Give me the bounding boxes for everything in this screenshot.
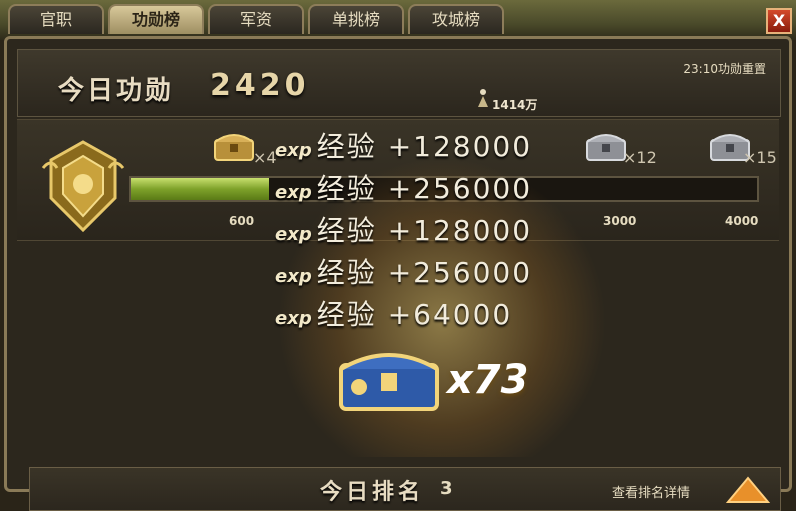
tab-duel-ranking[interactable]: 单挑榜: [308, 4, 404, 34]
exp-reward-line: exp 经验 +256000: [275, 251, 532, 291]
tab-military-supplies[interactable]: 军资: [208, 4, 304, 34]
exp-reward-text: 经验 +256000: [316, 172, 533, 205]
gold-chest-count: ×4: [253, 148, 277, 167]
exp-reward-text: 经验 +64000: [316, 298, 513, 331]
merit-progress-fill: [131, 178, 269, 200]
merit-header: 今日功勋 2420 23:10功勋重置 1414万: [17, 49, 781, 117]
progress-tick-label: 4000: [725, 214, 759, 228]
resource-count: 1414万: [492, 98, 538, 112]
tab-bar: 官职 功勋榜 军资 单挑榜 攻城榜: [8, 4, 504, 36]
reset-time-text: 23:10功勋重置: [683, 62, 766, 76]
tab-merit-ranking[interactable]: 功勋榜: [108, 4, 204, 34]
exp-prefix: exp: [275, 266, 312, 287]
exp-prefix: exp: [275, 224, 312, 245]
progress-tick-label: 600: [229, 214, 255, 228]
exp-prefix: exp: [275, 140, 312, 161]
tab-siege-ranking[interactable]: 攻城榜: [408, 4, 504, 34]
exp-prefix: exp: [275, 182, 312, 203]
exp-reward-line: exp 经验 +256000: [275, 167, 532, 207]
exp-reward-line: exp 经验 +128000: [275, 209, 532, 249]
exp-reward-line: exp 经验 +64000: [275, 293, 512, 333]
rank-label: 今日排名: [320, 480, 425, 505]
close-button[interactable]: X: [766, 8, 792, 34]
silver-chest-count: ×15: [743, 148, 777, 167]
merit-emblem-icon: [41, 140, 125, 233]
merit-panel: 今日功勋 2420 23:10功勋重置 1414万 ×4 ×12 ×15 600…: [4, 36, 792, 511]
reward-chest-icon: [339, 353, 439, 411]
exp-reward-line: exp 经验 +128000: [275, 125, 532, 165]
exp-reward-text: 经验 +128000: [316, 214, 533, 247]
merit-label: 今日功勋: [58, 76, 175, 106]
merit-value: 2420: [210, 68, 310, 103]
silver-chest-count: ×12: [623, 148, 657, 167]
view-rank-details-link[interactable]: 查看排名详情: [612, 482, 690, 501]
exp-prefix: exp: [275, 308, 312, 329]
exp-reward-text: 经验 +128000: [316, 130, 533, 163]
expand-arrow-icon[interactable]: [724, 472, 772, 506]
exp-reward-text: 经验 +256000: [316, 256, 533, 289]
gold-chest-icon[interactable]: [211, 128, 257, 164]
tab-official-rank[interactable]: 官职: [8, 4, 104, 34]
chest-multiplier: x73: [447, 357, 529, 403]
rank-bar: 今日排名 3 查看排名详情: [29, 467, 781, 511]
soldier-icon: [478, 89, 488, 107]
progress-tick-label: 3000: [603, 214, 637, 228]
